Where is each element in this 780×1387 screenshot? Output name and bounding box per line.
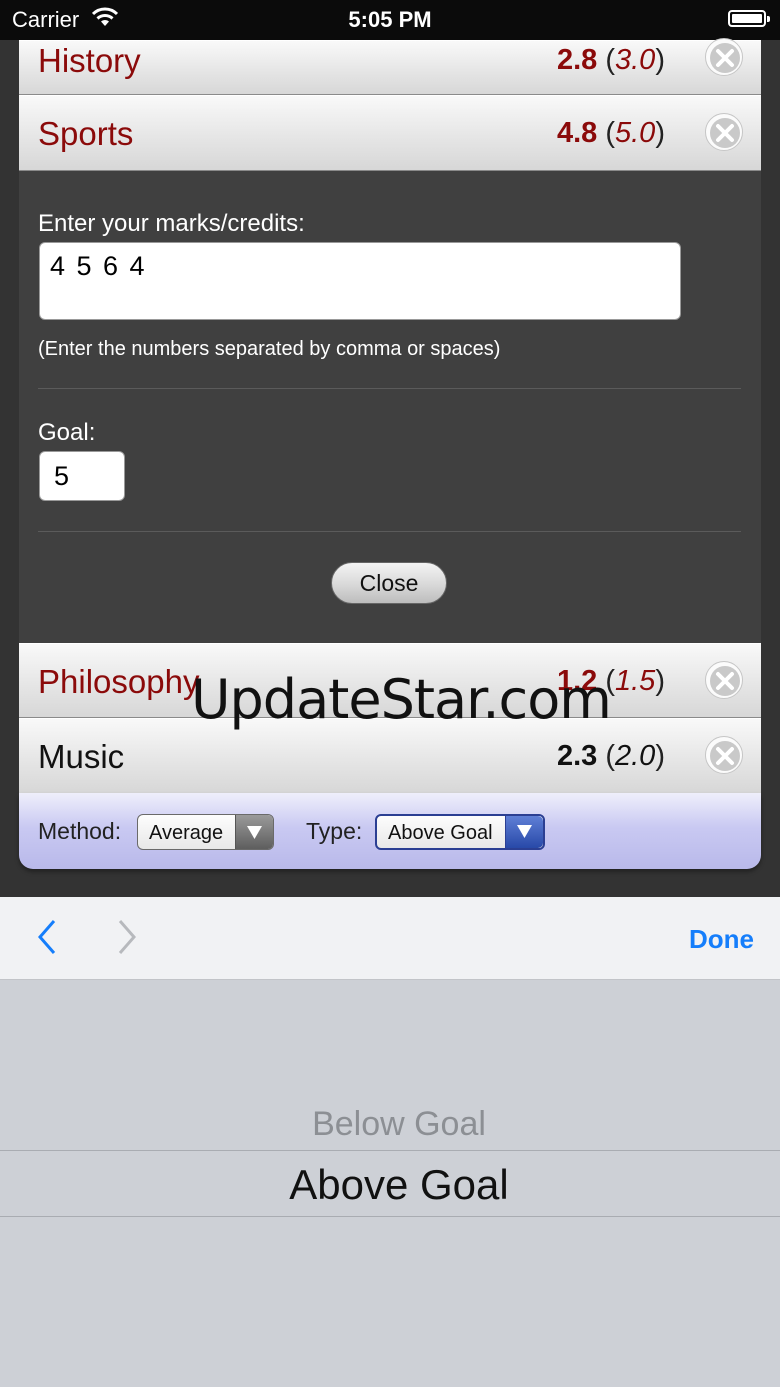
close-button[interactable]: Close (331, 562, 447, 604)
subject-goal: 1.5 (615, 665, 656, 697)
method-type-bar: Method: Average Type: Above Goal (19, 793, 761, 869)
marks-label: Enter your marks/credits: (38, 210, 305, 237)
subject-goal: 3.0 (615, 44, 656, 76)
subject-name: Philosophy (38, 663, 200, 700)
goal-label: Goal: (38, 419, 96, 446)
subject-row-history[interactable]: History 2.8 (3.0) (19, 38, 761, 95)
delete-icon[interactable] (705, 736, 743, 774)
chevron-right-icon[interactable] (116, 918, 138, 956)
type-picker-wheel[interactable]: Below Goal Above Goal (0, 980, 780, 1387)
delete-icon[interactable] (705, 38, 743, 76)
triangle-down-icon (517, 825, 532, 838)
divider (38, 531, 741, 532)
status-bar: Carrier 5:05 PM (0, 0, 780, 40)
subject-name: Sports (38, 115, 134, 152)
type-label: Type: (306, 818, 363, 844)
dropdown-arrow (505, 816, 543, 848)
method-value: Average (149, 822, 224, 844)
subject-average: 4.8 (556, 117, 598, 149)
subject-goal: 2.0 (615, 740, 656, 772)
subject-row-sports[interactable]: Sports 4.8 (5.0) (19, 95, 761, 171)
subject-average: 2.3 (556, 740, 598, 772)
delete-icon[interactable] (705, 661, 743, 699)
keyboard-accessory-bar: Done (0, 897, 780, 980)
chevron-left-icon[interactable] (36, 918, 58, 956)
delete-icon[interactable] (705, 113, 743, 151)
type-select[interactable]: Above Goal (375, 814, 545, 850)
triangle-down-icon (247, 826, 262, 839)
method-label: Method: (38, 818, 122, 844)
type-value: Above Goal (388, 822, 493, 844)
subject-row-music[interactable]: Music 2.3 (2.0) (19, 718, 761, 794)
goal-input[interactable]: 5 (39, 451, 125, 501)
subject-row-philosophy[interactable]: Philosophy 1.2 (1.5) (19, 643, 761, 718)
subject-average: 2.8 (556, 44, 598, 76)
subject-average: 1.2 (556, 665, 598, 697)
divider (38, 388, 741, 389)
method-select[interactable]: Average (137, 814, 274, 850)
marks-hint: (Enter the numbers separated by comma or… (38, 338, 501, 360)
picker-option-selected[interactable]: Above Goal (0, 1161, 780, 1209)
battery-icon (728, 10, 770, 27)
picker-selection-line-bottom (0, 1216, 780, 1217)
subject-name: Music (38, 738, 125, 775)
subject-score: 4.8 (5.0) (556, 117, 665, 149)
marks-editor-panel: Enter your marks/credits: 4 5 6 4 (Enter… (19, 171, 761, 643)
marks-input[interactable]: 4 5 6 4 (39, 242, 681, 320)
picker-selection-line-top (0, 1150, 780, 1151)
subject-name: History (38, 42, 141, 79)
status-time: 5:05 PM (348, 7, 432, 32)
done-button[interactable]: Done (689, 924, 754, 955)
dropdown-arrow (235, 815, 273, 849)
picker-option[interactable]: Below Goal (0, 1105, 780, 1144)
subject-score: 2.8 (3.0) (556, 44, 665, 76)
subject-score: 1.2 (1.5) (556, 665, 665, 697)
subject-score: 2.3 (2.0) (556, 740, 665, 772)
subject-goal: 5.0 (615, 117, 656, 149)
